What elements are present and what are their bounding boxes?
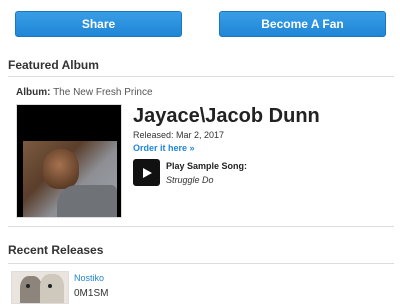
album-label: Album: [16,87,51,98]
divider [8,76,394,77]
divider [8,263,394,264]
recent-releases-heading: Recent Releases [8,243,104,257]
cover-shirt [57,185,117,217]
thumb-eye [48,284,52,288]
cover-face [43,149,79,189]
play-sample-button[interactable] [133,159,160,186]
thumb-eye [26,284,30,288]
album-cover-image[interactable] [16,104,122,218]
play-icon [142,167,152,178]
order-link[interactable]: Order it here » [133,143,195,153]
release-title: 0M1SM [74,288,109,299]
sample-label: Play Sample Song: [166,161,248,171]
sample-song-title: Struggle Do [166,175,214,185]
become-a-fan-button[interactable]: Become A Fan [219,11,386,37]
divider [8,226,394,227]
release-date: Released: Mar 2, 2017 [133,130,225,140]
release-thumbnail[interactable] [11,271,69,304]
album-name: The New Fresh Prince [53,87,153,98]
album-line: Album: The New Fresh Prince [16,87,153,98]
thumb-dog-light [40,274,64,303]
thumb-dog-dark [20,276,42,303]
release-artist-link[interactable]: Nostiko [74,273,104,283]
share-button[interactable]: Share [15,11,182,37]
featured-album-heading: Featured Album [8,58,99,72]
artist-name: Jayace\Jacob Dunn [133,105,320,127]
